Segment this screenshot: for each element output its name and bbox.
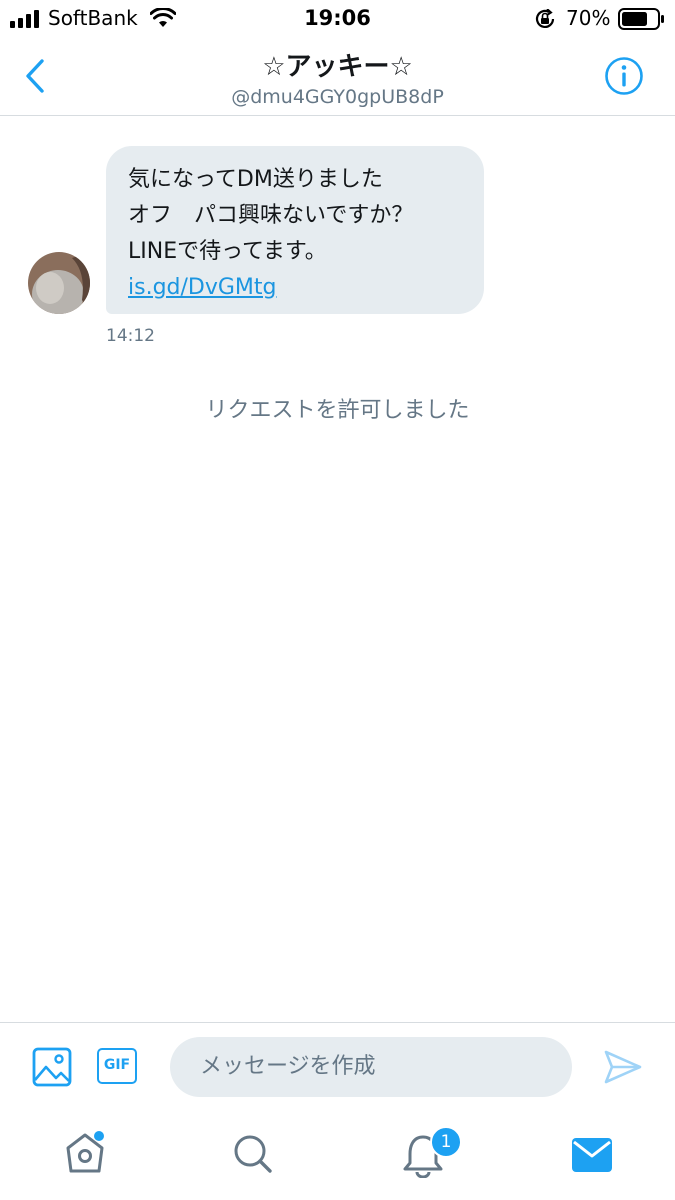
message-line: LINEで待ってます。 xyxy=(128,239,327,264)
gif-label: GIF xyxy=(103,1057,131,1073)
message-composer: GIF メッセージを作成 xyxy=(0,1022,675,1112)
request-accepted-note: リクエストを許可しました xyxy=(205,398,470,423)
orientation-lock-icon xyxy=(535,9,555,28)
home-icon[interactable] xyxy=(64,1130,106,1174)
bottom-tab-bar: 1 xyxy=(0,1112,675,1200)
search-icon[interactable] xyxy=(233,1134,273,1174)
image-icon[interactable] xyxy=(32,1047,72,1087)
message-bubble[interactable]: 気になってDM送りました オフ パコ興味ないですか？ LINEで待ってます。 i… xyxy=(106,146,484,314)
gif-button[interactable]: GIF xyxy=(97,1048,137,1084)
notifications-badge: 1 xyxy=(430,1126,462,1158)
message-line: オフ パコ興味ないですか？ xyxy=(128,203,414,228)
status-bar: SoftBank 19:06 70% xyxy=(0,0,675,38)
battery-percent: 70% xyxy=(566,6,611,30)
conversation-handle: @dmu4GGY0gpUB8dP xyxy=(231,86,444,108)
avatar-photo xyxy=(28,252,90,314)
message-link[interactable]: is.gd/DvGMtg xyxy=(128,270,464,306)
conversation-header: ☆アッキー☆ @dmu4GGY0gpUB8dP xyxy=(0,38,675,116)
message-timestamp: 14:12 xyxy=(106,326,155,346)
message-input[interactable]: メッセージを作成 xyxy=(170,1037,572,1097)
info-icon[interactable] xyxy=(604,56,644,96)
conversation-title: ☆アッキー☆ xyxy=(262,52,413,82)
battery-icon xyxy=(618,8,664,30)
message-line: 気になってDM送りました xyxy=(128,167,383,192)
send-icon[interactable] xyxy=(604,1049,642,1085)
mail-icon[interactable] xyxy=(572,1138,612,1172)
sender-avatar[interactable] xyxy=(28,252,90,314)
